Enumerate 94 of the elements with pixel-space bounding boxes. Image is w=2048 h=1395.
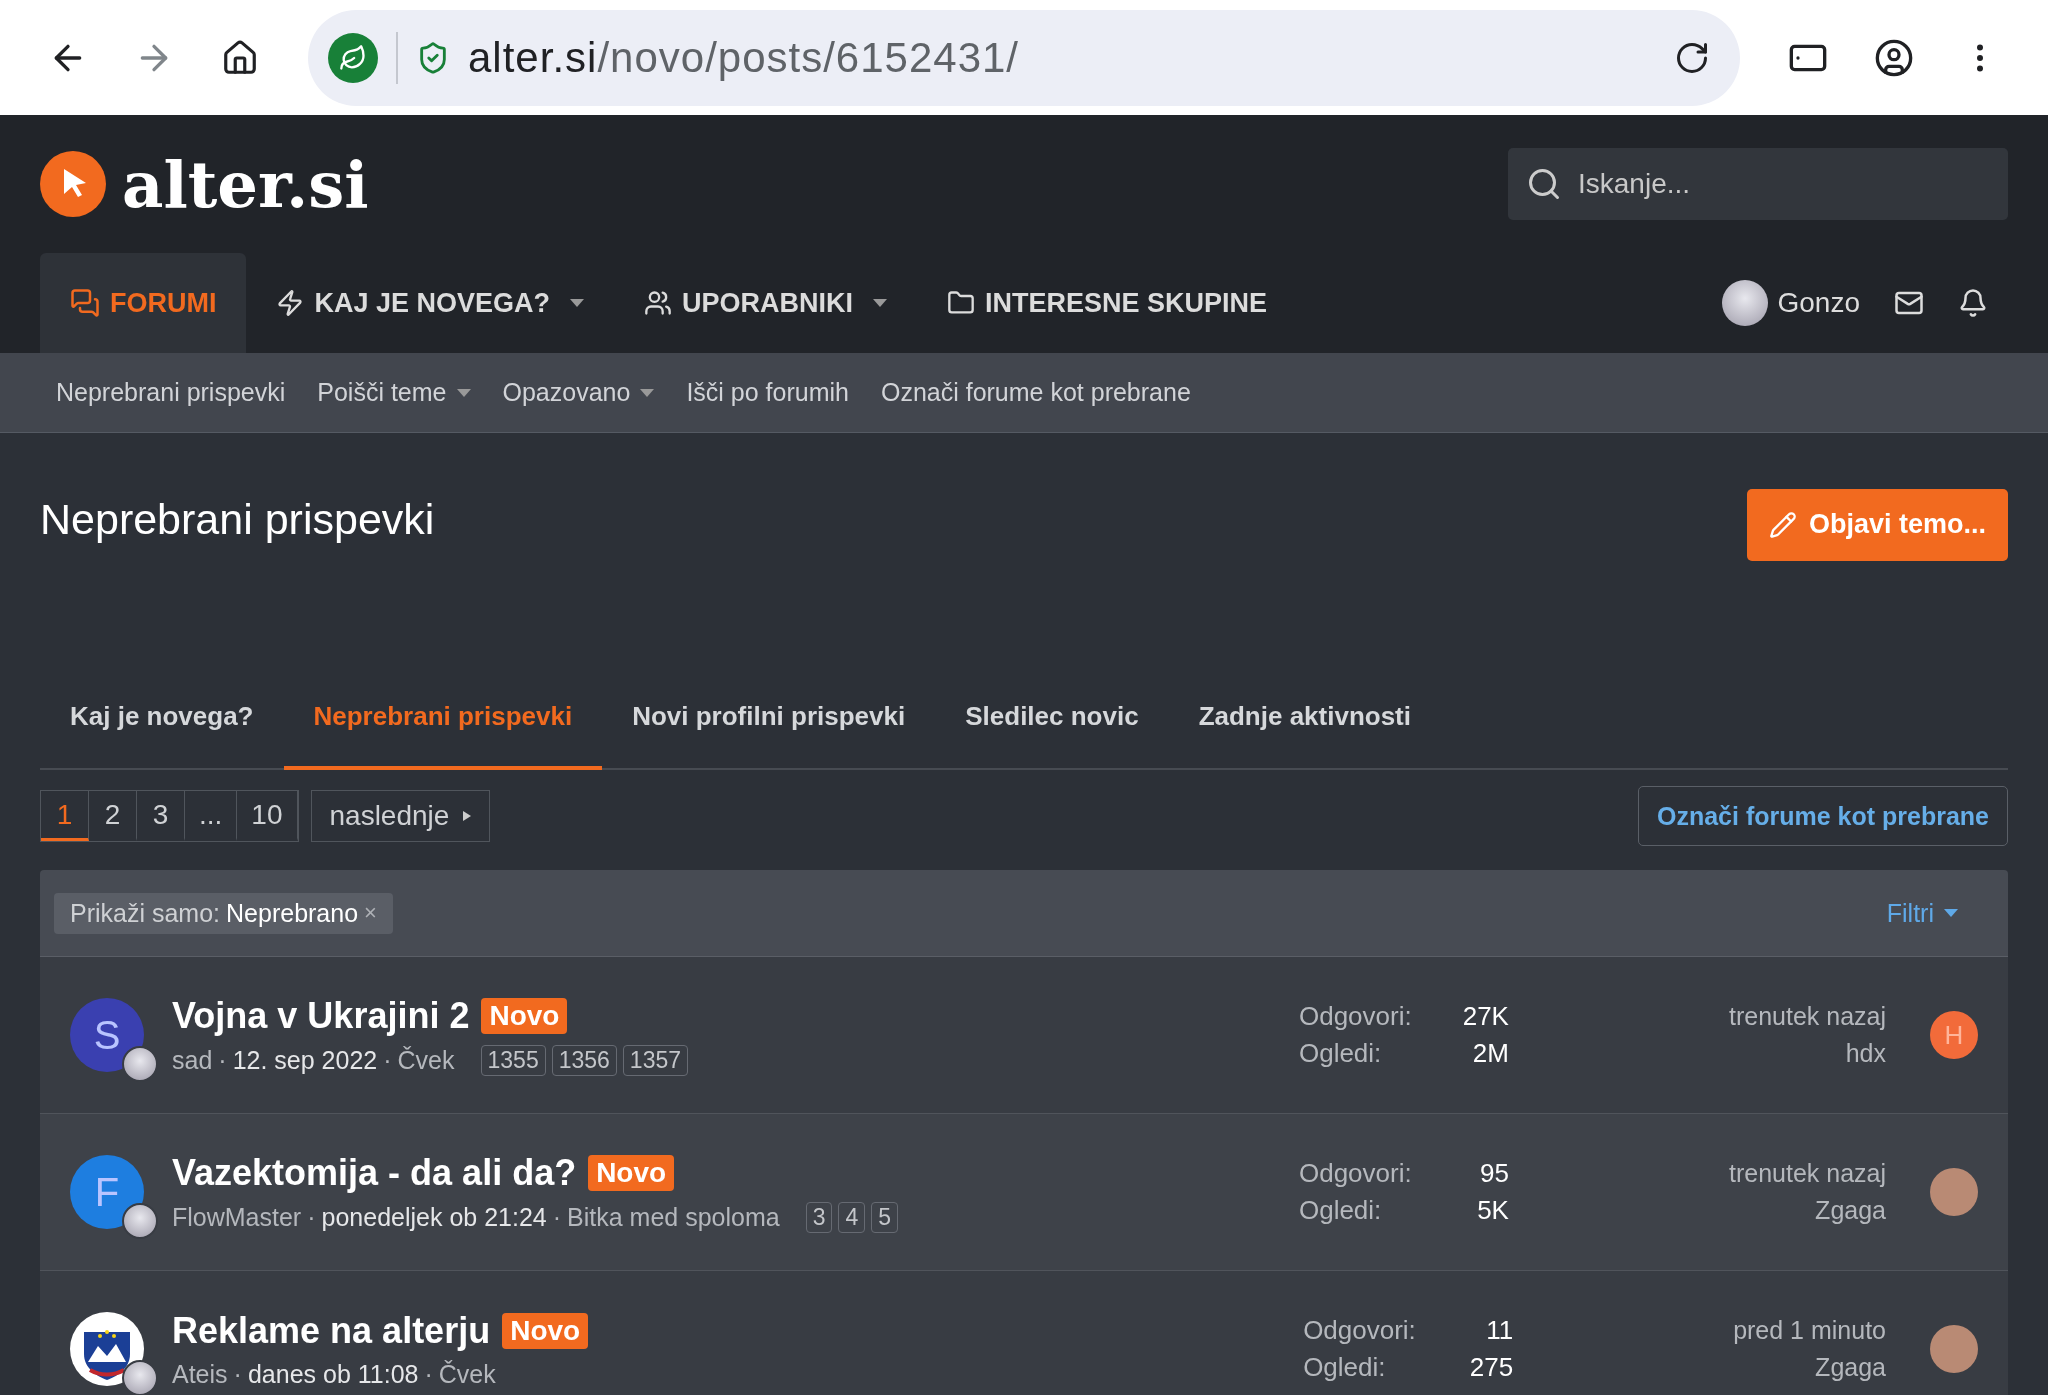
tab[interactable]: Kaj je novega?	[40, 666, 284, 770]
last-poster[interactable]: Zgaga	[1815, 1196, 1886, 1225]
thread-row[interactable]: F Vazektomija - da ali da? Novo FlowMaster · ponedeljek ob 21:24 · Bitka med spoloma 3 4 5 Odgovori: 95 Ogledi: 5K trenutek nazaj Zgaga	[40, 1114, 2008, 1271]
address-bar[interactable]: alter.si/novo/posts/6152431/	[308, 9, 1740, 106]
user-avatar-small	[122, 1360, 158, 1395]
url-text: alter.si/novo/posts/6152431/	[468, 33, 1021, 82]
filter-chip[interactable]: Prikaži samo: Neprebrano ×	[54, 892, 393, 934]
separator: ·	[218, 1045, 227, 1075]
stat-value: 27K	[1462, 1001, 1509, 1032]
separator: ·	[233, 1359, 242, 1389]
mark-read-button[interactable]: Označi forume kot prebrane	[1637, 786, 2008, 846]
subnav-link[interactable]: Označi forume kot prebrane	[880, 378, 1191, 407]
thread-title[interactable]: Vazektomija - da ali da?	[172, 1151, 577, 1194]
last-post-time[interactable]: trenutek nazaj	[1728, 1159, 1886, 1188]
new-badge: Novo	[502, 1312, 589, 1349]
subnav-link[interactable]: Opazovano	[502, 378, 655, 407]
stat-label: Ogledi:	[1298, 1038, 1383, 1069]
subnav-link[interactable]: Išči po forumih	[686, 378, 849, 407]
page-title: Neprebrani prispevki	[40, 494, 435, 544]
page-link[interactable]: 1	[41, 791, 89, 841]
new-badge: Novo	[588, 1154, 675, 1191]
next-page-button[interactable]: naslednje	[310, 790, 491, 842]
nav-tab[interactable]: UPORABNIKI	[614, 253, 918, 353]
photo-placeholder[interactable]	[1930, 1325, 1978, 1373]
stat-value: 5K	[1477, 1195, 1509, 1226]
caret-icon	[463, 811, 472, 821]
nav-tab[interactable]: KAJ JE NOVEGA?	[246, 253, 615, 353]
stat-label: Odgovori:	[1303, 1315, 1417, 1346]
separator: ·	[307, 1202, 316, 1232]
stat-value: 95	[1479, 1158, 1509, 1189]
page-link[interactable]: 2	[89, 791, 137, 841]
user-menu[interactable]: Gonzo	[1721, 280, 1860, 326]
stat-label: Ogledi:	[1303, 1352, 1387, 1383]
thread-title[interactable]: Reklame na alterju	[172, 1309, 491, 1352]
site-logo[interactable]: alter.si	[122, 146, 369, 222]
stat-label: Ogledi:	[1298, 1195, 1383, 1226]
users-icon	[644, 289, 673, 317]
last-poster[interactable]: hdx	[1845, 1039, 1886, 1068]
bolt-icon	[276, 289, 305, 317]
page-link[interactable]: 3	[137, 791, 185, 841]
folder-icon	[947, 289, 976, 317]
stat-value: 11	[1485, 1315, 1514, 1346]
bell-icon[interactable]	[1958, 288, 1988, 318]
last-poster[interactable]: Zgaga	[1815, 1353, 1886, 1382]
search-icon	[1526, 166, 1562, 202]
filters-button[interactable]: Filtri	[1886, 898, 1958, 928]
last-post-time[interactable]: trenutek nazaj	[1728, 1002, 1886, 1031]
forum-link[interactable]: Čvek	[438, 1359, 496, 1389]
search-field[interactable]: Iskanje...	[1508, 148, 2008, 220]
subnav-link[interactable]: Poišči teme	[317, 378, 471, 407]
page-link[interactable]: 1357	[622, 1044, 689, 1076]
tab[interactable]: Zadnje aktivnosti	[1168, 666, 1441, 770]
page-link[interactable]: ...	[185, 791, 238, 841]
leaf-icon	[328, 32, 378, 83]
tab[interactable]: Neprebrani prispevki	[283, 666, 603, 770]
forum-link[interactable]: Bitka med spoloma	[567, 1202, 780, 1232]
thread-author[interactable]: Ateis	[172, 1359, 228, 1389]
thread-date: 12. sep 2022	[232, 1045, 378, 1075]
separator: ·	[383, 1045, 392, 1075]
thread-author[interactable]: FlowMaster	[172, 1202, 302, 1232]
page-link[interactable]: 3	[805, 1201, 833, 1233]
separator: ·	[552, 1202, 562, 1232]
caret-icon	[1944, 909, 1958, 917]
flag-avatar[interactable]	[70, 1312, 144, 1386]
user-avatar[interactable]: S	[70, 998, 144, 1072]
logo-icon[interactable]	[40, 151, 106, 217]
user-avatar-small	[122, 1203, 158, 1239]
chat-icon	[70, 288, 100, 318]
stat-value: 275	[1469, 1352, 1514, 1383]
subnav-link[interactable]: Neprebrani prispevki	[56, 378, 286, 407]
page-link[interactable]: 1355	[480, 1044, 546, 1076]
stat-label: Odgovori:	[1298, 1158, 1413, 1189]
separator: ·	[424, 1359, 433, 1389]
thread-date: ponedeljek ob 21:24	[321, 1202, 547, 1232]
last-post-time[interactable]: pred 1 minuto	[1733, 1316, 1886, 1345]
forum-link[interactable]: Čvek	[397, 1045, 455, 1075]
thread-title[interactable]: Vojna v Ukrajini 2	[172, 994, 470, 1037]
tab[interactable]: Sledilec novic	[935, 666, 1169, 770]
page-link[interactable]: 5	[871, 1201, 899, 1233]
thread-author[interactable]: sad	[172, 1045, 213, 1075]
pencil-icon	[1768, 510, 1797, 539]
page-link[interactable]: 10	[237, 791, 298, 841]
thread-row[interactable]: Reklame na alterju Novo Ateis · danes ob 11:08 · Čvek Odgovori: 11 Ogledi: 275 pred 1 minuto Zgaga	[40, 1271, 2008, 1395]
new-badge: Novo	[481, 997, 568, 1034]
nav-tab[interactable]: FORUMI	[40, 253, 247, 353]
photo-placeholder[interactable]	[1930, 1168, 1978, 1216]
thread-row[interactable]: S Vojna v Ukrajini 2 Novo sad · 12. sep 2022 · Čvek 1355 1356 1357 Odgovori: 27K Ogledi: 2M trenutek nazaj hdx H	[40, 957, 2008, 1114]
tab[interactable]: Novi profilni prispevki	[602, 666, 936, 770]
thread-date: danes ob 11:08	[247, 1359, 419, 1389]
page-link[interactable]: 1356	[551, 1044, 617, 1076]
page-link[interactable]: 4	[838, 1201, 866, 1233]
nav-tab[interactable]: INTERESNE SKUPINE	[917, 253, 1298, 353]
stat-value: 2M	[1471, 1038, 1509, 1069]
stat-label: Odgovori:	[1298, 1001, 1413, 1032]
